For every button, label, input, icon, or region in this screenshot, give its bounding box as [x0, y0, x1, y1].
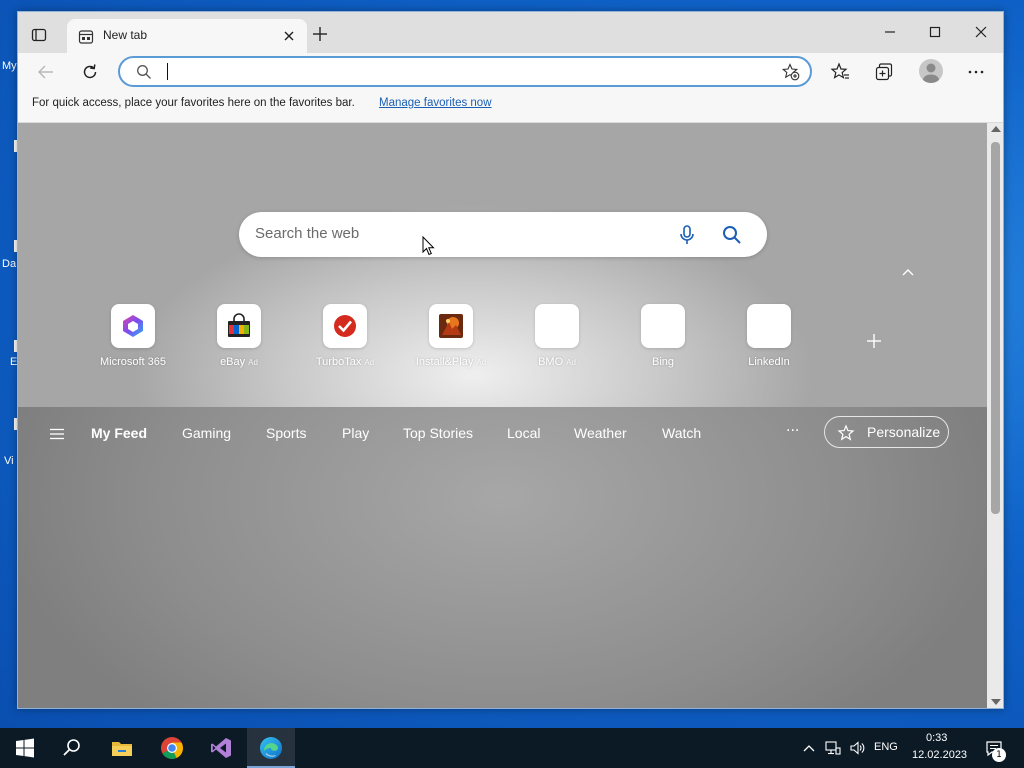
chevron-up-icon[interactable]	[801, 740, 817, 756]
close-window-button[interactable]	[971, 22, 991, 42]
search-icon	[137, 65, 151, 79]
ad-badge: Ad	[566, 358, 576, 367]
quick-links: Microsoft 365 eBay Ad TurboTax Ad Instal…	[18, 304, 987, 374]
tab-new-tab[interactable]: New tab	[67, 19, 307, 53]
user-icon	[923, 63, 939, 83]
personalize-label: Personalize	[867, 424, 941, 440]
turbotax-check-icon	[334, 315, 356, 337]
tile-logo-box	[429, 304, 473, 348]
maximize-button[interactable]	[925, 22, 945, 42]
tile-label: LinkedIn	[748, 356, 790, 368]
hamburger-menu-icon[interactable]	[50, 428, 64, 440]
tab-local[interactable]: Local	[507, 425, 540, 441]
clock-date[interactable]: 12.02.2023	[912, 749, 967, 761]
web-search-box[interactable]: Search the web	[239, 212, 767, 257]
back-button[interactable]	[36, 62, 56, 82]
notification-count-badge: 1	[992, 748, 1006, 762]
tab-play[interactable]: Play	[342, 425, 369, 441]
tile-logo-box	[747, 304, 791, 348]
scroll-up-arrow[interactable]	[991, 126, 1001, 132]
feed-navigation: My Feed Gaming Sports Play Top Stories L…	[18, 415, 987, 455]
tile-logo-box	[641, 304, 685, 348]
sparkle-star-icon	[837, 424, 855, 441]
tab-gaming[interactable]: Gaming	[182, 425, 231, 441]
scroll-thumb[interactable]	[991, 142, 1000, 514]
microsoft-365-icon	[123, 315, 143, 337]
search-submit-icon[interactable]	[722, 225, 742, 245]
chrome-icon[interactable]	[160, 736, 184, 760]
new-tab-icon	[78, 30, 94, 44]
desktop-icon-label[interactable]: Vi	[4, 455, 14, 467]
tab-watch[interactable]: Watch	[662, 425, 701, 441]
text-caret	[167, 63, 168, 80]
favorites-bar-hint: For quick access, place your favorites h…	[32, 97, 355, 109]
new-tab-page: Search the web Microsoft 365 eBay Ad Tur…	[18, 123, 987, 708]
tab-title: New tab	[103, 28, 148, 42]
ebay-bag-icon	[228, 313, 250, 337]
desktop-icon-label[interactable]: My	[2, 60, 17, 72]
page-scrollbar[interactable]	[987, 123, 1003, 708]
tile-logo-box	[535, 304, 579, 348]
tile-label: Bing	[651, 356, 675, 368]
visual-studio-icon[interactable]	[209, 736, 233, 760]
tab-actions-icon	[31, 28, 47, 42]
tab-actions-button[interactable]	[28, 24, 50, 46]
tile-label: TurboTax Ad	[315, 356, 375, 368]
tile-logo-box	[323, 304, 367, 348]
folder-icon[interactable]	[110, 736, 134, 760]
tab-weather[interactable]: Weather	[574, 425, 627, 441]
refresh-button[interactable]	[80, 62, 100, 82]
network-icon[interactable]	[825, 740, 841, 756]
mouse-cursor-icon	[422, 236, 435, 256]
search-placeholder: Search the web	[255, 225, 360, 242]
tab-sports[interactable]: Sports	[266, 425, 306, 441]
collections-icon[interactable]	[874, 62, 894, 82]
language-indicator[interactable]: ENG	[874, 741, 898, 753]
search-icon[interactable]	[60, 736, 84, 760]
microphone-icon[interactable]	[679, 225, 695, 245]
tab-top-stories[interactable]: Top Stories	[403, 425, 473, 441]
new-tab-button[interactable]	[312, 26, 328, 42]
edge-icon[interactable]	[259, 736, 283, 760]
tile-logo-box	[111, 304, 155, 348]
profile-avatar[interactable]	[919, 59, 943, 83]
chevron-up-icon[interactable]	[902, 268, 914, 276]
more-feed-tabs-button[interactable]: ···	[786, 423, 799, 439]
tile-label: eBay Ad	[220, 356, 258, 368]
install-play-game-icon	[439, 314, 463, 338]
more-options-icon[interactable]	[966, 62, 986, 82]
scroll-down-arrow[interactable]	[991, 699, 1001, 705]
speaker-icon[interactable]	[849, 740, 865, 756]
clock-time[interactable]: 0:33	[926, 732, 947, 744]
favorites-bar: For quick access, place your favorites h…	[18, 91, 1003, 123]
tile-logo-box	[217, 304, 261, 348]
ad-badge: Ad	[248, 358, 258, 367]
ad-badge: Ad	[476, 358, 487, 367]
manage-favorites-link[interactable]: Manage favorites now	[379, 97, 492, 109]
tile-label: BMO Ad	[538, 356, 576, 368]
personalize-button[interactable]: Personalize	[824, 416, 949, 448]
browser-window: New tab For quick access, place your fav…	[17, 11, 1004, 709]
browser-toolbar	[18, 53, 1003, 91]
close-tab-icon[interactable]	[281, 28, 297, 44]
tile-label: Microsoft 365	[99, 356, 167, 368]
title-bar: New tab	[18, 12, 1003, 53]
add-favorite-icon[interactable]	[782, 63, 800, 81]
tab-my-feed[interactable]: My Feed	[91, 425, 147, 441]
add-quick-link-button[interactable]	[866, 333, 882, 349]
address-bar[interactable]	[118, 56, 812, 87]
favorites-icon[interactable]	[830, 62, 850, 82]
tile-label: Install&Play Ad	[415, 356, 487, 368]
windows-logo-icon[interactable]	[13, 736, 37, 760]
minimize-button[interactable]	[880, 22, 900, 42]
desktop-icon-label[interactable]: Da	[2, 258, 16, 270]
ad-badge: Ad	[364, 358, 375, 367]
taskbar: ENG 0:33 12.02.2023	[0, 728, 1024, 768]
